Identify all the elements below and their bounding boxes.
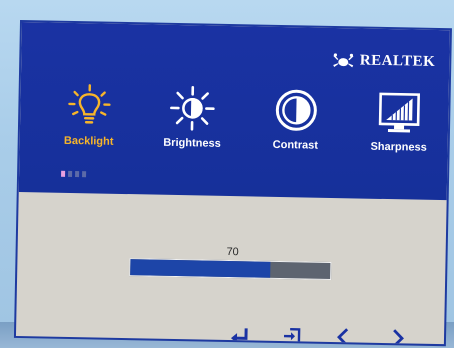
chevron-right-icon <box>392 329 404 345</box>
page-dot <box>82 171 87 178</box>
menu-item-contrast[interactable]: Contrast <box>250 86 342 178</box>
osd-menu: REALTEK Backlight Brightness Contrast Sh… <box>15 22 450 345</box>
menu-item-label: Brightness <box>163 136 221 150</box>
chevron-left-icon <box>337 328 349 345</box>
menu-item-label: Sharpness <box>370 140 427 154</box>
brand: REALTEK <box>332 52 436 71</box>
page-indicator <box>61 170 87 178</box>
monitor-sharpness-icon <box>376 89 423 136</box>
contrast-circle-icon <box>273 87 320 134</box>
lightbulb-icon <box>66 83 113 130</box>
menu-item-sharpness[interactable]: Sharpness <box>353 88 445 180</box>
page-dot <box>68 170 73 177</box>
page-dot-active <box>61 170 66 177</box>
right-button[interactable] <box>386 327 408 345</box>
menu-item-brightness[interactable]: Brightness <box>146 84 238 176</box>
osd-menu-items: Backlight Brightness Contrast Sharpness <box>43 82 445 180</box>
menu-item-backlight[interactable]: Backlight <box>43 82 135 174</box>
osd-header-panel: REALTEK Backlight Brightness Contrast Sh… <box>18 22 450 201</box>
left-button[interactable] <box>333 326 355 345</box>
page-dot <box>75 171 80 178</box>
value-slider[interactable] <box>129 258 332 280</box>
menu-item-label: Backlight <box>63 134 114 148</box>
slider-value: 70 <box>226 245 239 259</box>
realtek-crab-logo <box>332 52 353 67</box>
sun-icon <box>169 85 216 132</box>
brand-name: REALTEK <box>359 52 436 70</box>
menu-item-label: Contrast <box>272 138 319 152</box>
slider-fill <box>130 259 271 278</box>
